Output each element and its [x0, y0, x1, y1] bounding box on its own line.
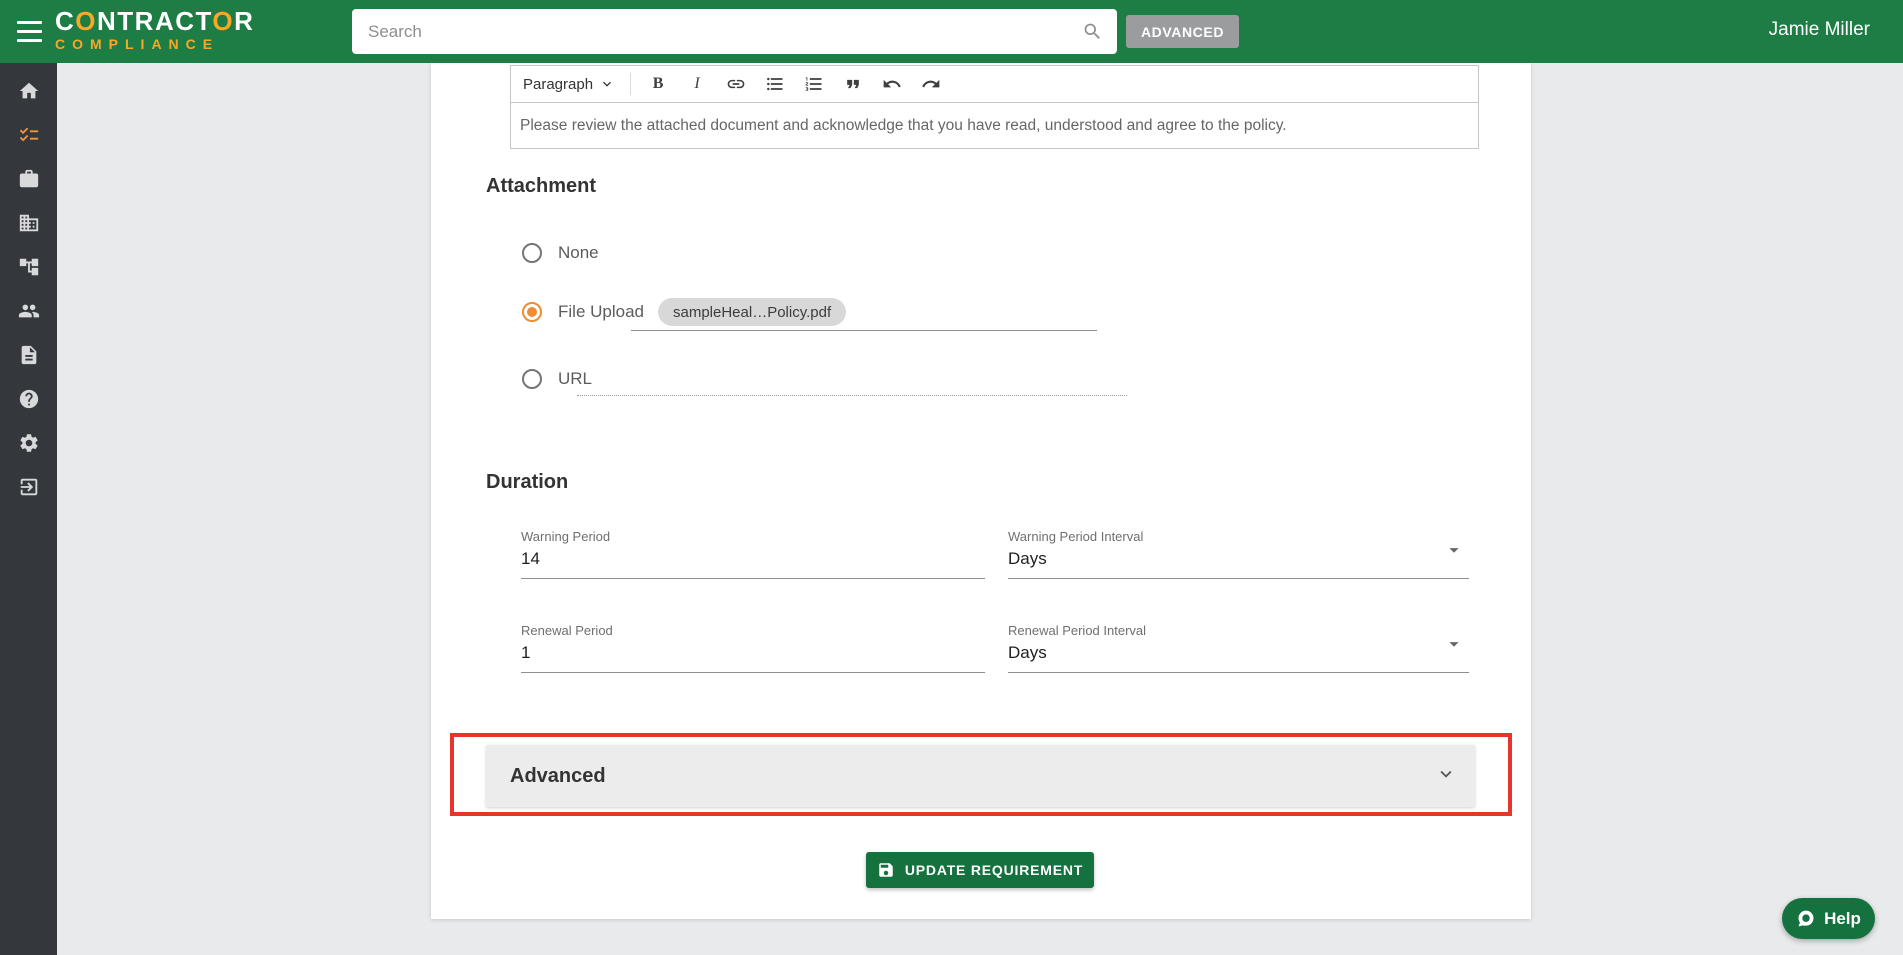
gear-icon	[19, 434, 38, 452]
attachment-option-url[interactable]: URL	[522, 367, 592, 391]
bulleted-list-button[interactable]	[763, 71, 787, 97]
renewal-period-interval-select[interactable]: Renewal Period Interval Days	[1008, 623, 1469, 673]
url-input-field[interactable]	[577, 395, 1127, 396]
sidebar-item-logout[interactable]	[0, 465, 57, 509]
sidebar-item-settings[interactable]	[0, 421, 57, 465]
help-circle-icon	[19, 389, 38, 409]
radio-none-label[interactable]: None	[558, 243, 599, 263]
advanced-search-button[interactable]: ADVANCED	[1126, 15, 1239, 48]
sidebar-item-jobs[interactable]	[0, 157, 57, 201]
bulleted-list-icon	[767, 77, 783, 91]
italic-button[interactable]: I	[685, 71, 709, 97]
editor-content-text: Please review the attached document and …	[520, 116, 1287, 134]
save-icon	[879, 863, 893, 877]
people-icon	[18, 304, 39, 318]
tree-icon	[19, 258, 38, 276]
requirement-form-card: Paragraph B I Please review the attached…	[431, 63, 1531, 919]
link-icon	[727, 79, 745, 89]
radio-url[interactable]	[522, 369, 542, 389]
radio-none[interactable]	[522, 243, 542, 263]
paragraph-format-label: Paragraph	[523, 75, 594, 93]
sidebar-item-help[interactable]	[0, 377, 57, 421]
chevron-down-icon	[1435, 763, 1457, 790]
chat-bubble-icon	[1798, 910, 1814, 926]
search-input[interactable]	[352, 9, 1117, 54]
sidebar-item-home[interactable]	[0, 69, 57, 113]
home-icon	[19, 82, 38, 99]
renewal-period-field[interactable]: Renewal Period 1	[521, 623, 985, 673]
description-editor: Paragraph B I Please review the attached…	[510, 65, 1479, 149]
logout-icon	[20, 478, 37, 496]
numbered-list-button[interactable]	[802, 71, 826, 97]
radio-url-label[interactable]: URL	[558, 369, 592, 389]
advanced-accordion-label: Advanced	[510, 764, 606, 787]
file-upload-field-underline	[631, 330, 1097, 331]
warning-period-label: Warning Period	[521, 529, 611, 544]
logo-line1: CONTRACTOR	[55, 6, 255, 36]
numbered-list-icon	[805, 77, 822, 91]
building-icon	[19, 214, 38, 232]
help-widget-button[interactable]: Help	[1782, 898, 1875, 939]
warning-period-interval-label: Warning Period Interval	[1008, 529, 1144, 544]
attachment-heading: Attachment	[486, 175, 597, 197]
sidebar-item-contractors[interactable]	[0, 289, 57, 333]
attachment-option-none[interactable]: None	[522, 241, 599, 265]
sidebar-item-documents[interactable]	[0, 333, 57, 377]
warning-period-interval-value: Days	[1008, 549, 1047, 568]
attachment-option-file-upload[interactable]: File Upload sampleHeal…Policy.pdf	[522, 298, 847, 326]
advanced-accordion-header[interactable]: Advanced	[486, 745, 1475, 807]
radio-file-upload[interactable]	[522, 302, 542, 322]
sidebar	[0, 63, 57, 955]
redo-button[interactable]	[919, 71, 943, 97]
renewal-period-label: Renewal Period	[521, 623, 613, 638]
logo-line2: COMPLIANCE	[55, 36, 220, 52]
bold-button[interactable]: B	[646, 71, 670, 97]
app-logo[interactable]: CONTRACTOR COMPLIANCE	[55, 7, 254, 53]
redo-icon	[922, 79, 940, 88]
update-requirement-button[interactable]: UPDATE REQUIREMENT	[866, 852, 1094, 888]
document-icon	[21, 345, 36, 365]
renewal-period-interval-value: Days	[1008, 643, 1047, 662]
menu-icon[interactable]	[17, 21, 42, 42]
radio-file-upload-label[interactable]: File Upload	[558, 302, 644, 322]
renewal-period-interval-label: Renewal Period Interval	[1008, 623, 1147, 638]
uploaded-file-chip[interactable]: sampleHeal…Policy.pdf	[658, 298, 847, 326]
search-icon[interactable]	[1082, 21, 1103, 47]
editor-content-area[interactable]: Please review the attached document and …	[511, 103, 1478, 148]
app-root: CONTRACTOR COMPLIANCE ADVANCED Jamie Mil…	[0, 0, 1903, 955]
link-button[interactable]	[724, 71, 748, 97]
paragraph-format-dropdown[interactable]: Paragraph	[523, 76, 615, 93]
undo-button[interactable]	[880, 71, 904, 97]
renewal-period-value: 1	[521, 643, 531, 662]
blockquote-icon	[847, 79, 859, 89]
sidebar-item-org-chart[interactable]	[0, 245, 57, 289]
undo-icon	[883, 79, 901, 88]
checklist-icon	[19, 127, 38, 142]
warning-period-field[interactable]: Warning Period 14	[521, 529, 985, 579]
app-header: CONTRACTOR COMPLIANCE ADVANCED Jamie Mil…	[0, 0, 1903, 63]
duration-heading: Duration	[486, 471, 569, 493]
sidebar-item-companies[interactable]	[0, 201, 57, 245]
update-requirement-label: UPDATE REQUIREMENT	[904, 862, 1084, 878]
chevron-down-icon	[603, 81, 612, 87]
editor-toolbar: Paragraph B I	[511, 66, 1478, 103]
search-bar	[352, 9, 1117, 54]
briefcase-icon	[19, 169, 38, 188]
warning-period-interval-select[interactable]: Warning Period Interval Days	[1008, 529, 1469, 579]
warning-period-value: 14	[521, 549, 540, 568]
toolbar-divider	[630, 73, 632, 95]
help-widget-label: Help	[1824, 908, 1861, 928]
sidebar-item-requirements[interactable]	[0, 113, 57, 157]
user-name[interactable]: Jamie Miller	[1769, 19, 1870, 41]
blockquote-button[interactable]	[841, 71, 865, 97]
